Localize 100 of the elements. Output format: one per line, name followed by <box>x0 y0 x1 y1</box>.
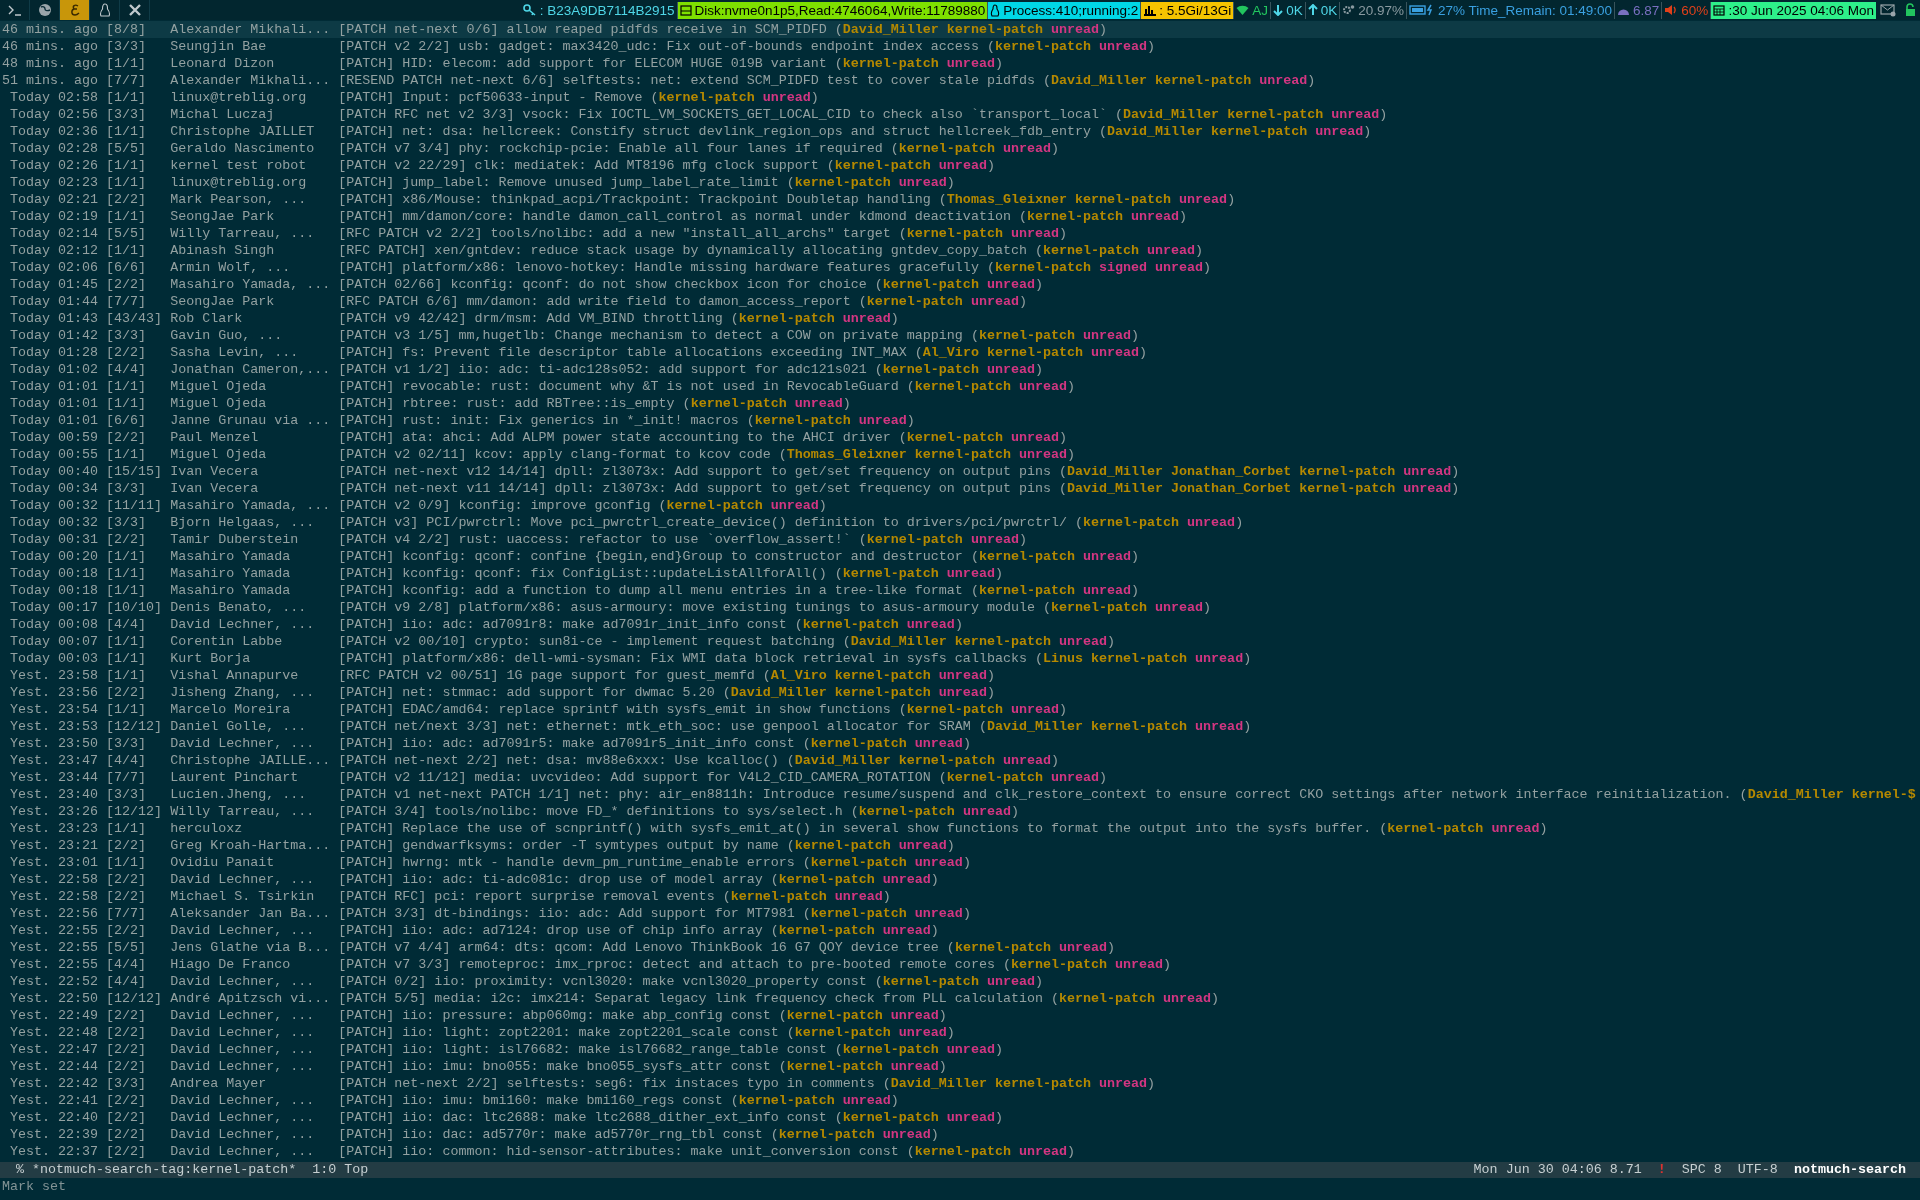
thread-row[interactable]: Yest. 23:21 [2/2] Greg Kroah-Hartma... [PATCH] gendwarfksyms: order -T symtypes output by name (kernel-patch unread) <box>0 837 1920 854</box>
thread-subject: [PATCH RFC net v2 3/3] vsock: Fix IOCTL_VM_SOCKETS_GET_LOCAL_CID to check also `transport_local` <box>338 106 1107 123</box>
thread-row[interactable]: Yest. 22:39 [2/2] David Lechner, ... [PATCH] iio: dac: ad5770r: make ad5770r_rng_tbl const (kernel-patch unread) <box>0 1126 1920 1143</box>
thread-tag: unread <box>986 276 1035 293</box>
mail-icon[interactable] <box>1880 3 1896 17</box>
thread-row[interactable]: Today 02:36 [1/1] Christophe JAILLET [PATCH] net: dsa: hellcreek: Constify struct devlink_region_ops and struct hellcreek_fdb_entry (David_Miller kernel-patch unread) <box>0 123 1920 140</box>
thread-row[interactable]: Yest. 23:58 [1/1] Vishal Annapurve [RFC PATCH v2 00/51] 1G page support for guest_memfd (Al_Viro kernel-patch unread) <box>0 667 1920 684</box>
thread-row[interactable]: Yest. 23:56 [2/2] Jisheng Zhang, ... [PATCH] net: stmmac: add support for dwmac 5.20 (David_Miller kernel-patch unread) <box>0 684 1920 701</box>
thread-row[interactable]: Today 00:08 [4/4] David Lechner, ... [PATCH] iio: adc: ad7091r8: make ad7091r_init_info const (kernel-patch unread) <box>0 616 1920 633</box>
thread-row[interactable]: Yest. 23:47 [4/4] Christophe JAILLE... [PATCH net-next 2/2] net: dsa: mv88e6xxx: Use kcalloc() (David_Miller kernel-patch unread) <box>0 752 1920 769</box>
thread-row[interactable]: Yest. 22:56 [7/7] Aleksander Jan Ba... [PATCH 3/3] dt-bindings: iio: adc: Add support for MT7981 (kernel-patch unread) <box>0 905 1920 922</box>
thread-row[interactable]: Yest. 23:53 [12/12] Daniel Golle, ... [PATCH net/next 3/3] net: ethernet: mtk_eth_soc: use genpool allocator for SRAM (David_Miller kernel-patch unread) <box>0 718 1920 735</box>
thread-row[interactable]: Yest. 23:23 [1/1] herculoxz [PATCH] Replace the use of scnprintf() with sysfs_emit_at() in several show functions to format the output into the sysfs buffer. (kernel-patch unread) <box>0 820 1920 837</box>
thread-row[interactable]: Yest. 22:49 [2/2] David Lechner, ... [PATCH] iio: pressure: abp060mg: make abp_config const (kernel-patch unread) <box>0 1007 1920 1024</box>
tag-open-paren: ( <box>658 497 667 514</box>
thread-subject: [PATCH] x86/Mouse: thinkpad_acpi/Trackpoint: Trackpoint Doubletap handling <box>338 191 931 208</box>
thread-row[interactable]: Today 00:18 [1/1] Masahiro Yamada [PATCH] kconfig: add a function to dump all menu entries in a tree-like format (kernel-patch unread) <box>0 582 1920 599</box>
tag-close-paren: ) <box>938 1058 947 1075</box>
thread-row[interactable]: 46 mins. ago [3/3] Seungjin Bae [PATCH v2 2/2] usb: gadget: max3420_udc: Fix out-of-bounds endpoint index access (kernel-patch unread) <box>0 38 1920 55</box>
message-count: [1/1] <box>106 174 148 191</box>
thread-date: Today 00:34 <box>9 480 99 497</box>
thread-row[interactable]: Yest. 22:47 [2/2] David Lechner, ... [PATCH] iio: light: isl76682: make isl76682_range_table const (kernel-patch unread) <box>0 1041 1920 1058</box>
thread-tag: unread <box>1050 21 1099 38</box>
thread-row[interactable]: Yest. 22:42 [3/3] Andrea Mayer [PATCH net-next 2/2] selftests: seg6: fix instaces typo in comments (David_Miller kernel-patch unread) <box>0 1075 1920 1092</box>
thread-row[interactable]: Yest. 22:41 [2/2] David Lechner, ... [PATCH] iio: imu: bmi160: make bmi160_regs const (kernel-patch unread) <box>0 1092 1920 1109</box>
thread-row[interactable]: Yest. 23:54 [1/1] Marcelo Moreira [PATCH] EDAC/amd64: replace sprintf with sysfs_emit in show functions (kernel-patch unread) <box>0 701 1920 718</box>
thread-row[interactable]: Today 02:23 [1/1] linux@treblig.org [PATCH] jump_label: Remove unused jump_label_rate_limit (kernel-patch unread) <box>0 174 1920 191</box>
thread-row[interactable]: 48 mins. ago [1/1] Leonard Dizon [PATCH] HID: elecom: add support for ELECOM HUGE 019B variant (kernel-patch unread) <box>0 55 1920 72</box>
thread-row[interactable]: Yest. 22:37 [2/2] David Lechner, ... [PATCH] iio: common: hid-sensor-attributes: make unit_conversion const (kernel-patch unread) <box>0 1143 1920 1160</box>
thread-authors: David Lechner, ... <box>170 922 316 939</box>
thread-row[interactable]: Today 01:44 [7/7] SeongJae Park [RFC PATCH 6/6] mm/damon: add write field to damon_access_report (kernel-patch unread) <box>0 293 1920 310</box>
thread-row[interactable]: Yest. 23:01 [1/1] Ovidiu Panait [PATCH] hwrng: mtk - handle devm_pm_runtime_enable errors (kernel-patch unread) <box>0 854 1920 871</box>
thread-row[interactable]: 51 mins. ago [7/7] Alexander Mikhali... [RESEND PATCH net-next 6/6] selftests: net: extend SCM_PIDFD test to cover stale pidfds (David_Miller kernel-patch unread) <box>0 72 1920 89</box>
mode-line-text: Mon Jun 30 04:06 8.71 <box>1473 1162 1642 1178</box>
tag-open-paren: ( <box>1058 463 1067 480</box>
thread-row[interactable]: Yest. 23:44 [7/7] Laurent Pinchart [PATCH v2 11/12] media: uvcvideo: Add support for V4L2_CID_CAMERA_ROTATION (kernel-patch unread) <box>0 769 1920 786</box>
thread-row[interactable]: Today 00:34 [3/3] Ivan Vecera [PATCH net-next v11 14/14] dpll: zl3073x: Add support to get/set frequency on output pins (David_Miller Jonathan_Corbet kernel-patch unread) <box>0 480 1920 497</box>
thread-tag: kernel-patch <box>802 616 899 633</box>
thread-authors: linux@treblig.org <box>170 89 308 106</box>
thread-row[interactable]: Today 00:07 [1/1] Corentin Labbe [PATCH v2 00/10] crypto: sun8i-ce - implement request batching (David_Miller kernel-patch unread) <box>0 633 1920 650</box>
thread-row[interactable]: Today 01:45 [2/2] Masahiro Yamada, ... [PATCH 02/66] kconfig: qconf: do not show checkbox icon for choice (kernel-patch unread) <box>0 276 1920 293</box>
thread-row[interactable]: Today 02:58 [1/1] linux@treblig.org [PATCH] Input: pcf50633-input - Remove (kernel-patch unread) <box>0 89 1920 106</box>
thread-row[interactable]: Yest. 23:50 [3/3] David Lechner, ... [PATCH] iio: adc: ad7091r5: make ad7091r5_init_info const (kernel-patch unread) <box>0 735 1920 752</box>
workspace-button[interactable] <box>60 0 90 20</box>
thread-tag: kernel-patch <box>786 1007 883 1024</box>
thread-tag: unread <box>882 1126 931 1143</box>
message-count: [2/2] <box>106 1092 148 1109</box>
thread-row[interactable]: Yest. 22:44 [2/2] David Lechner, ... [PATCH] iio: imu: bno055: make bno055_sysfs_attr const (kernel-patch unread) <box>0 1058 1920 1075</box>
segment-text: 0K <box>1286 2 1303 18</box>
lock-icon[interactable] <box>1904 3 1916 17</box>
thread-row[interactable]: Today 00:40 [15/15] Ivan Vecera [PATCH net-next v12 14/14] dpll: zl3073x: Add support to get/set frequency on output pins (David_Miller Jonathan_Corbet kernel-patch unread) <box>0 463 1920 480</box>
thread-tag: kernel-patch <box>786 1058 883 1075</box>
thread-row[interactable]: Yest. 22:58 [2/2] Michael S. Tsirkin [PATCH RFC] pci: report surprise removal events (kernel-patch unread) <box>0 888 1920 905</box>
thread-row[interactable]: Today 02:26 [1/1] kernel test robot [PATCH v2 22/29] clk: mediatek: Add MT8196 mfg clock support (kernel-patch unread) <box>0 157 1920 174</box>
thread-row[interactable]: Today 00:32 [11/11] Masahiro Yamada, ... [PATCH v2 0/9] kconfig: improve gconfig (kernel-patch unread) <box>0 497 1920 514</box>
tag-close-paren: ) <box>1227 191 1236 208</box>
thread-row[interactable]: Today 01:28 [2/2] Sasha Levin, ... [PATCH] fs: Prevent file descriptor table allocations exceeding INT_MAX (Al_Viro kernel-patch unread) <box>0 344 1920 361</box>
thread-row[interactable]: Today 00:31 [2/2] Tamir Duberstein [PATCH v4 2/2] rust: uaccess: refactor to use `overflow_assert!` (kernel-patch unread) <box>0 531 1920 548</box>
thread-row[interactable]: Today 01:02 [4/4] Jonathan Cameron,... [PATCH v1 1/2] iio: adc: ti-adc128s052: add support for adc121s021 (kernel-patch unread) <box>0 361 1920 378</box>
message-count: [2/2] <box>106 888 148 905</box>
thread-authors: SeongJae Park <box>170 208 276 225</box>
thread-row[interactable]: Today 02:14 [5/5] Willy Tarreau, ... [RFC PATCH v2 2/2] tools/nolibc: add a new "install_all_archs" target (kernel-patch unread) <box>0 225 1920 242</box>
thread-row[interactable]: Today 01:42 [3/3] Gavin Guo, ... [PATCH v3 1/5] mm,hugetlb: Change mechanism to detect a COW on private mapping (kernel-patch unread) <box>0 327 1920 344</box>
thread-row[interactable]: Today 00:17 [10/10] Denis Benato, ... [PATCH v9 2/8] platform/x86: asus-armoury: move existing tunings to asus-armoury module (kernel-patch unread) <box>0 599 1920 616</box>
tag-close-paren: ) <box>1147 1075 1156 1092</box>
thread-row[interactable]: Today 00:59 [2/2] Paul Menzel [PATCH] ata: ahci: Add ALPM power state accounting to the AHCI driver (kernel-patch unread) <box>0 429 1920 446</box>
thread-row[interactable]: Today 02:06 [6/6] Armin Wolf, ... [PATCH] platform/x86: lenovo-hotkey: Handle missing hardware features gracefully (kernel-patch signed unread) <box>0 259 1920 276</box>
thread-tag: unread <box>1083 327 1132 344</box>
thread-row[interactable]: Yest. 22:55 [4/4] Hiago De Franco [PATCH v7 3/3] remoteproc: imx_rproc: detect and attach to pre-booted remote cores (kernel-patch unread) <box>0 956 1920 973</box>
thread-row[interactable]: Today 02:28 [5/5] Geraldo Nascimento [PATCH v7 3/4] phy: rockchip-pcie: Enable all four lanes if required (kernel-patch unread) <box>0 140 1920 157</box>
thread-subject: [PATCH] iio: light: zopt2201: make zopt2201_scale const <box>338 1024 779 1041</box>
thread-row[interactable]: Today 00:03 [1/1] Kurt Borja [PATCH] platform/x86: dell-wmi-sysman: Fix WMI data block retrieval in sysfs callbacks (Linus kernel-patch unread) <box>0 650 1920 667</box>
thread-tag: unread <box>890 1007 939 1024</box>
thread-row[interactable]: Yest. 22:48 [2/2] David Lechner, ... [PATCH] iio: light: zopt2201: make zopt2201_scale const (kernel-patch unread) <box>0 1024 1920 1041</box>
thread-row[interactable]: Today 00:20 [1/1] Masahiro Yamada [PATCH] kconfig: qconf: confine {begin,end}Group to constructor and destructor (kernel-patch unread) <box>0 548 1920 565</box>
thread-row[interactable]: Yest. 23:26 [12/12] Willy Tarreau, ... [PATCH 3/4] tools/nolibc: move FD_* definitions to sys/select.h (kernel-patch unread) <box>0 803 1920 820</box>
thread-row[interactable]: Today 01:01 [1/1] Miguel Ojeda [PATCH] revocable: rust: document why &T is not used in RevocableGuard (kernel-patch unread) <box>0 378 1920 395</box>
thread-row[interactable]: Today 02:12 [1/1] Abinash Singh [RFC PATCH] xen/gntdev: reduce stack usage by dynamically allocating gntdev_copy_batch (kernel-patch unread) <box>0 242 1920 259</box>
thread-row[interactable]: Yest. 22:55 [2/2] David Lechner, ... [PATCH] iio: adc: ad7124: drop use of chip info array (kernel-patch unread) <box>0 922 1920 939</box>
thread-row[interactable]: Today 00:55 [1/1] Miguel Ojeda [PATCH v2 02/11] kcov: apply clang-format to kcov code (Thomas_Gleixner kernel-patch unread) <box>0 446 1920 463</box>
message-count: [1/1] <box>106 89 148 106</box>
tag-close-paren: ) <box>1539 820 1548 837</box>
thread-authors: David Lechner, ... <box>170 616 316 633</box>
thread-row[interactable]: Yest. 22:58 [2/2] David Lechner, ... [PATCH] iio: adc: ti-adc081c: drop use of model array (kernel-patch unread) <box>0 871 1920 888</box>
thread-row[interactable]: Today 02:56 [3/3] Michal Luczaj [PATCH RFC net v2 3/3] vsock: Fix IOCTL_VM_SOCKETS_GET_LOCAL_CID to check also `transport_local` (David_Miller kernel-patch unread) <box>0 106 1920 123</box>
thread-row[interactable]: 46 mins. ago [8/8] Alexander Mikhali... [PATCH net-next 0/6] allow reaped pidfds receive in SCM_PIDFD (David_Miller kernel-patch unread) <box>0 21 1920 38</box>
thread-row[interactable]: Yest. 22:55 [5/5] Jens Glathe via B... [PATCH v7 4/4] arm64: dts: qcom: Add Lenovo ThinkBook 16 G7 QOY device tree (kernel-patch unread) <box>0 939 1920 956</box>
thread-row[interactable]: Today 00:18 [1/1] Masahiro Yamada [PATCH] kconfig: qconf: fix ConfigList::updateListAllforAll() (kernel-patch unread) <box>0 565 1920 582</box>
thread-row[interactable]: Yest. 22:52 [4/4] David Lechner, ... [PATCH 0/2] iio: proximity: vcnl3020: make vcnl3020_property const (kernel-patch unread) <box>0 973 1920 990</box>
tag-open-paren: ( <box>1115 106 1124 123</box>
thread-row[interactable]: Today 01:01 [1/1] Miguel Ojeda [PATCH] rbtree: rust: add RBTree::is_empty (kernel-patch unread) <box>0 395 1920 412</box>
thread-row[interactable]: Today 01:43 [43/43] Rob Clark [PATCH v9 42/42] drm/msm: Add VM_BIND throttling (kernel-patch unread) <box>0 310 1920 327</box>
thread-row[interactable]: Yest. 22:50 [12/12] André Apitzsch vi... [PATCH 5/5] media: i2c: imx214: Separat legacy link frequency check from PLL calculation (kernel-patch unread) <box>0 990 1920 1007</box>
thread-row[interactable]: Today 02:21 [2/2] Mark Pearson, ... [PATCH] x86/Mouse: thinkpad_acpi/Trackpoint: Trackpoint Doubletap handling (Thomas_Gleixner kernel-patch unread) <box>0 191 1920 208</box>
thread-row[interactable]: Today 01:01 [6/6] Janne Grunau via ... [PATCH] rust: init: Fix generics in *_init! macros (kernel-patch unread) <box>0 412 1920 429</box>
thread-row[interactable]: Yest. 22:40 [2/2] David Lechner, ... [PATCH] iio: dac: ltc2688: make ltc2688_dither_ext_info const (kernel-patch unread) <box>0 1109 1920 1126</box>
thread-row[interactable]: Today 00:32 [3/3] Bjorn Helgaas, ... [PATCH v3] PCI/pwrctrl: Move pci_pwrctrl_create_device() definition to drivers/pci/pwrctrl/ (kernel-patch unread) <box>0 514 1920 531</box>
thread-subject: [PATCH] platform/x86: dell-wmi-sysman: Fix WMI data block retrieval in sysfs callbacks <box>338 650 1027 667</box>
thread-subject: [PATCH net-next 2/2] selftests: seg6: fix instaces typo in comments <box>338 1075 875 1092</box>
thread-row[interactable]: Today 02:19 [1/1] SeongJae Park [PATCH] mm/damon/core: handle damon_call_control as normal under kdmond deactivation (kernel-patch unread) <box>0 208 1920 225</box>
